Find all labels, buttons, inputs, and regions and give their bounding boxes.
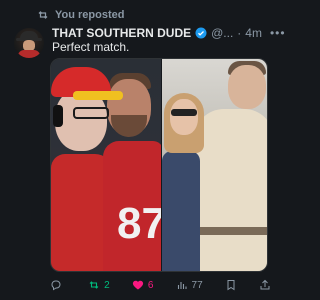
repost-indicator: You reposted [37,9,124,21]
verified-badge-icon [195,27,207,39]
share-icon [260,279,270,290]
author-avatar[interactable] [14,28,44,58]
view-count: 77 [191,279,203,291]
tweet-actions: 2 6 77 [50,279,271,291]
repost-icon [38,11,48,19]
tweet-text: Perfect match. [52,40,130,54]
retweet-button[interactable]: 2 [88,279,110,291]
media-photo-right [162,59,267,271]
tweet-media[interactable]: 87 [50,58,268,272]
views-button[interactable]: 77 [176,279,203,291]
like-button[interactable]: 6 [132,279,154,291]
tweet-timestamp[interactable]: 4m [245,26,262,40]
bookmark-icon [227,280,235,291]
reply-button[interactable] [50,279,66,291]
retweet-count: 2 [104,279,110,291]
bookmark-button[interactable] [225,279,237,291]
jersey-number: 87 [117,199,161,248]
reply-icon [51,280,61,291]
heart-icon [132,280,143,290]
repost-label: You reposted [55,9,125,21]
media-photo-left: 87 [51,59,161,271]
like-count: 6 [147,279,154,291]
separator-dot: · [237,26,242,40]
author-handle[interactable]: @... [211,26,233,40]
more-options-icon[interactable]: ••• [270,26,286,40]
tweet-header: THAT SOUTHERN DUDE @... · 4m ••• [52,26,285,40]
retweet-icon [89,281,99,289]
author-name[interactable]: THAT SOUTHERN DUDE [52,26,191,40]
share-button[interactable] [259,279,271,291]
views-chart-icon [177,282,187,289]
